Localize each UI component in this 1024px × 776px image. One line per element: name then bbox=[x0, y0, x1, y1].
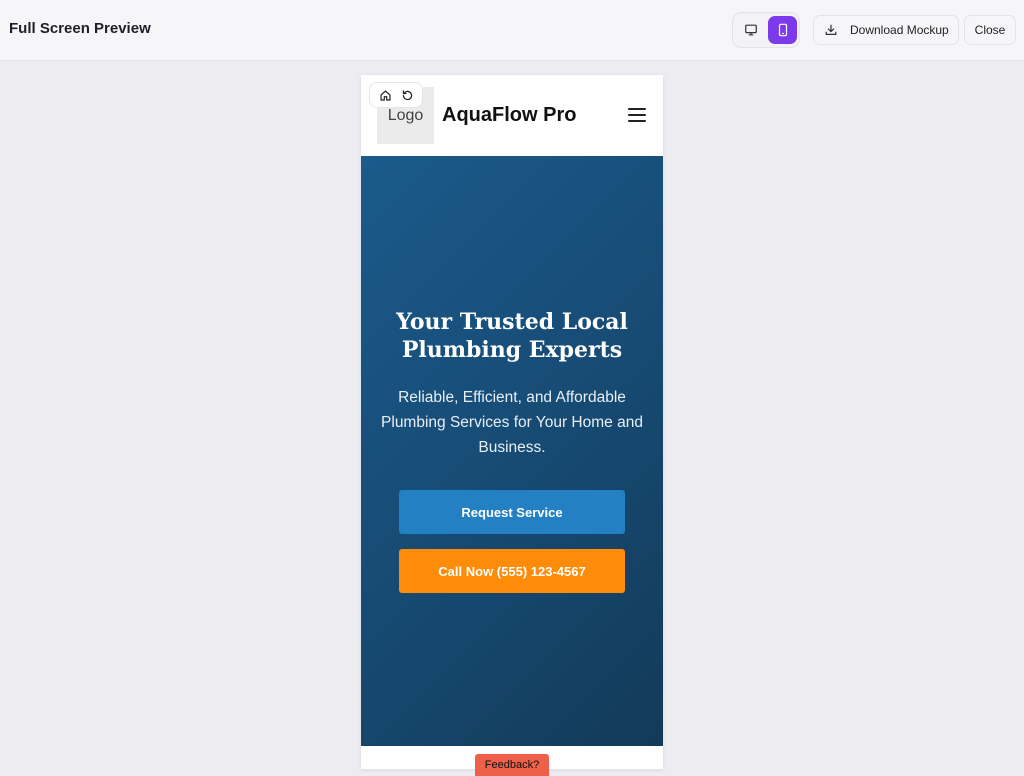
hamburger-menu-icon[interactable] bbox=[628, 106, 648, 124]
device-toggle bbox=[732, 12, 800, 48]
download-label: Download Mockup bbox=[850, 23, 949, 37]
home-icon bbox=[379, 89, 391, 101]
hero-section: Your Trusted Local Plumbing Experts Reli… bbox=[361, 156, 663, 746]
close-button[interactable]: Close bbox=[964, 15, 1016, 45]
mobile-preview-frame: Logo AquaFlow Pro Your Trusted Local Plu… bbox=[361, 75, 663, 769]
download-mockup-button[interactable]: Download Mockup bbox=[813, 15, 959, 45]
site-header: Logo AquaFlow Pro bbox=[361, 75, 663, 156]
smartphone-icon bbox=[778, 23, 787, 37]
feedback-tab[interactable]: Feedback? bbox=[475, 754, 549, 776]
logo-text: Logo bbox=[387, 106, 424, 124]
preview-toolbar: Full Screen Preview Download Mockup Clos… bbox=[0, 0, 1024, 61]
page-title: Full Screen Preview bbox=[9, 20, 151, 37]
request-service-button[interactable]: Request Service bbox=[399, 490, 625, 534]
hero-title: Your Trusted Local Plumbing Experts bbox=[396, 309, 628, 363]
mobile-view-button[interactable] bbox=[768, 16, 797, 44]
preview-nav-controls bbox=[369, 82, 423, 108]
reload-icon bbox=[402, 89, 412, 100]
close-label: Close bbox=[974, 23, 1006, 37]
home-button[interactable] bbox=[377, 87, 393, 103]
monitor-icon bbox=[744, 24, 757, 36]
call-now-button[interactable]: Call Now (555) 123-4567 bbox=[399, 549, 625, 593]
download-icon bbox=[825, 24, 837, 35]
hero-subtitle: Reliable, Efficient, and Affordable Plum… bbox=[381, 389, 643, 456]
desktop-view-button[interactable] bbox=[736, 16, 765, 44]
reload-button[interactable] bbox=[399, 87, 415, 103]
brand-name: AquaFlow Pro bbox=[442, 104, 577, 126]
